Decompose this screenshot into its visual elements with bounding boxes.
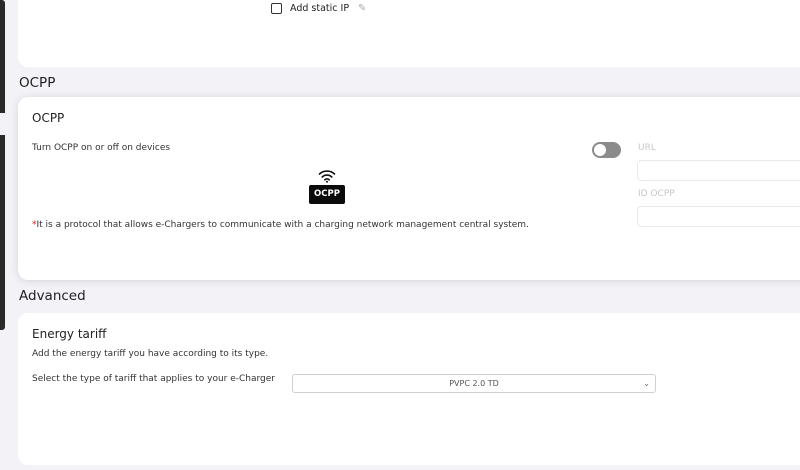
toggle-knob [594,144,606,156]
advanced-section-heading: Advanced [19,288,86,304]
id-ocpp-label: ID OCPP [638,189,675,199]
pencil-icon[interactable]: ✎ [358,3,366,14]
url-input[interactable] [637,160,800,181]
static-ip-option[interactable]: Add static IP ✎ [271,3,366,14]
left-rail [0,0,5,330]
energy-tariff-title: Energy tariff [32,327,107,341]
tariff-select[interactable]: PVPC 2.0 TD ⌄ [292,374,656,393]
static-ip-label: Add static IP [290,3,350,14]
tariff-select-label: Select the type of tariff that applies t… [32,374,276,384]
ocpp-note-text: It is a protocol that allows e-Chargers … [36,220,529,230]
url-label: URL [638,143,656,153]
ocpp-note: *It is a protocol that allows e-Chargers… [32,220,529,230]
static-ip-checkbox[interactable] [271,3,282,14]
chevron-down-icon: ⌄ [643,379,650,388]
ocpp-toggle-label: Turn OCPP on or off on devices [32,143,171,153]
wifi-icon [318,170,336,183]
tariff-select-value: PVPC 2.0 TD [449,379,499,388]
ocpp-logo: OCPP [309,169,345,204]
ocpp-card: OCPP Turn OCPP on or off on devices OCPP… [18,97,800,280]
id-ocpp-input[interactable] [637,206,800,227]
ocpp-section-heading: OCPP [19,75,56,91]
ocpp-toggle[interactable] [592,142,621,158]
energy-tariff-card: Energy tariff Add the energy tariff you … [18,313,800,465]
energy-tariff-description: Add the energy tariff you have according… [32,349,269,359]
ocpp-badge: OCPP [309,185,345,204]
network-card: Add static IP ✎ [18,0,800,67]
ocpp-card-title: OCPP [32,111,65,125]
